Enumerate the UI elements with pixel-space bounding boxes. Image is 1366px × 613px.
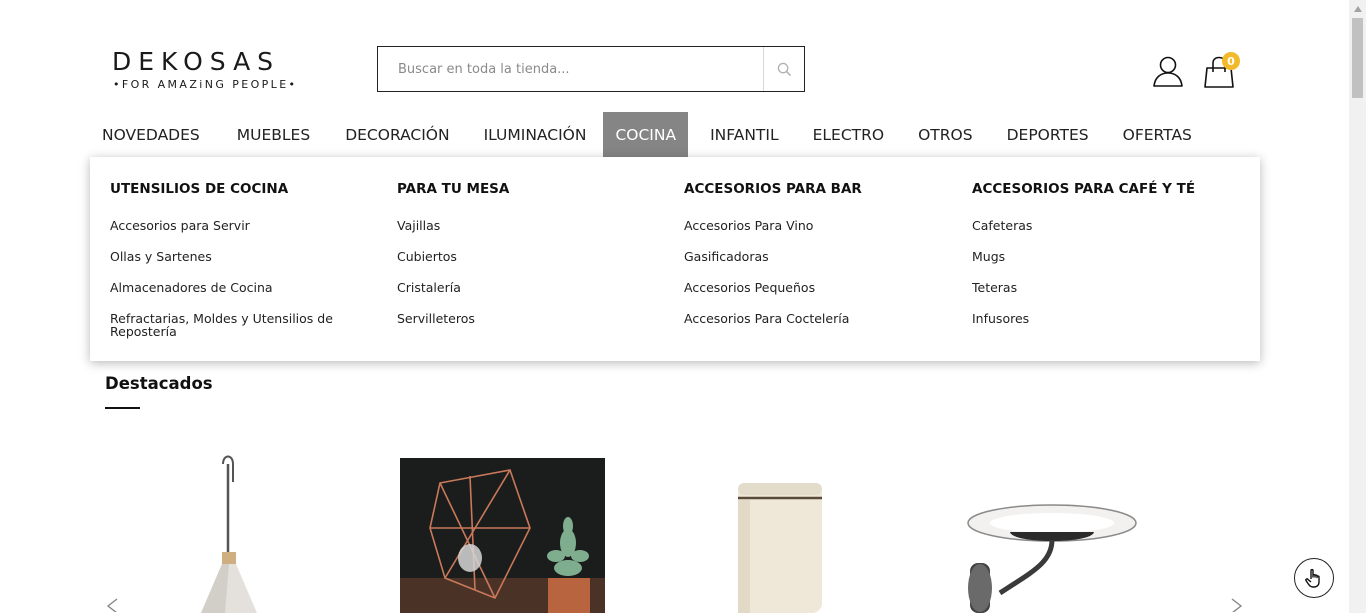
chevron-left-icon[interactable] [105, 598, 119, 612]
featured-title: Destacados [105, 374, 213, 393]
page-scrollbar[interactable] [1349, 0, 1366, 613]
search-input[interactable] [378, 47, 763, 91]
page: DEKOSAS •FOR AMAZiNG PEOPLE• 0 NOVEDADES… [0, 0, 1349, 613]
menu-link[interactable]: Cafeteras [972, 219, 1212, 232]
logo-tagline: •FOR AMAZiNG PEOPLE• [113, 78, 298, 91]
product-image-copper-lamp[interactable] [400, 458, 605, 613]
main-nav: NOVEDADES MUEBLES DECORACIÓN ILUMINACIÓN… [90, 112, 1209, 158]
nav-item-decoracion[interactable]: DECORACIÓN [328, 112, 466, 158]
nav-item-cocina[interactable]: COCINA [603, 112, 689, 158]
menu-link[interactable]: Cristalería [397, 281, 637, 294]
product-image-pendant-lamp[interactable] [195, 452, 270, 613]
logo[interactable]: DEKOSAS •FOR AMAZiNG PEOPLE• [112, 47, 295, 93]
menu-link[interactable]: Vajillas [397, 219, 637, 232]
nav-item-deportes[interactable]: DEPORTES [990, 112, 1106, 158]
menu-link[interactable]: Teteras [972, 281, 1212, 294]
nav-item-iluminacion[interactable]: ILUMINACIÓN [467, 112, 604, 158]
menu-link[interactable]: Mugs [972, 250, 1212, 263]
featured-underline [105, 407, 140, 409]
product-image-wall-sconce[interactable] [960, 478, 1140, 613]
user-icon [1153, 56, 1183, 87]
menu-column-title[interactable]: ACCESORIOS PARA BAR [684, 181, 862, 197]
menu-link[interactable]: Accesorios Pequeños [684, 281, 924, 294]
hand-pointer-icon [1305, 568, 1320, 588]
search-icon [777, 62, 791, 76]
cocina-mega-menu: UTENSILIOS DE COCINA Accesorios para Ser… [90, 157, 1260, 361]
logo-wordmark: DEKOSAS [112, 47, 281, 76]
account-button[interactable] [1152, 55, 1184, 87]
menu-link[interactable]: Almacenadores de Cocina [110, 281, 350, 294]
nav-item-novedades[interactable]: NOVEDADES [90, 112, 212, 158]
cart-count-badge: 0 [1222, 52, 1240, 70]
menu-link[interactable]: Cubiertos [397, 250, 637, 263]
menu-link[interactable]: Accesorios para Servir [110, 219, 350, 232]
scroll-up-arrow[interactable] [1349, 0, 1366, 17]
menu-column-title[interactable]: PARA TU MESA [397, 181, 509, 197]
accessibility-button[interactable] [1294, 558, 1334, 598]
menu-column-title[interactable]: ACCESORIOS PARA CAFÉ Y TÉ [972, 181, 1195, 197]
nav-item-electro[interactable]: ELECTRO [796, 112, 901, 158]
menu-link[interactable]: Gasificadoras [684, 250, 924, 263]
chevron-right-icon[interactable] [1230, 598, 1244, 612]
scrollbar-thumb[interactable] [1352, 18, 1363, 98]
menu-link[interactable]: Infusores [972, 312, 1212, 325]
product-image-canister[interactable] [735, 478, 825, 613]
menu-link[interactable]: Refractarias, Moldes y Utensilios de Rep… [110, 312, 350, 338]
nav-item-ofertas[interactable]: OFERTAS [1106, 112, 1209, 158]
menu-link[interactable]: Accesorios Para Vino [684, 219, 924, 232]
menu-column-title[interactable]: UTENSILIOS DE COCINA [110, 181, 288, 197]
nav-item-infantil[interactable]: INFANTIL [688, 112, 796, 158]
search-box [377, 46, 805, 92]
nav-item-otros[interactable]: OTROS [901, 112, 989, 158]
menu-link[interactable]: Servilleteros [397, 312, 637, 325]
menu-link[interactable]: Accesorios Para Coctelería [684, 312, 924, 325]
cart-button[interactable]: 0 [1203, 52, 1243, 90]
menu-link[interactable]: Ollas y Sartenes [110, 250, 350, 263]
search-button[interactable] [763, 47, 804, 91]
nav-item-muebles[interactable]: MUEBLES [212, 112, 328, 158]
